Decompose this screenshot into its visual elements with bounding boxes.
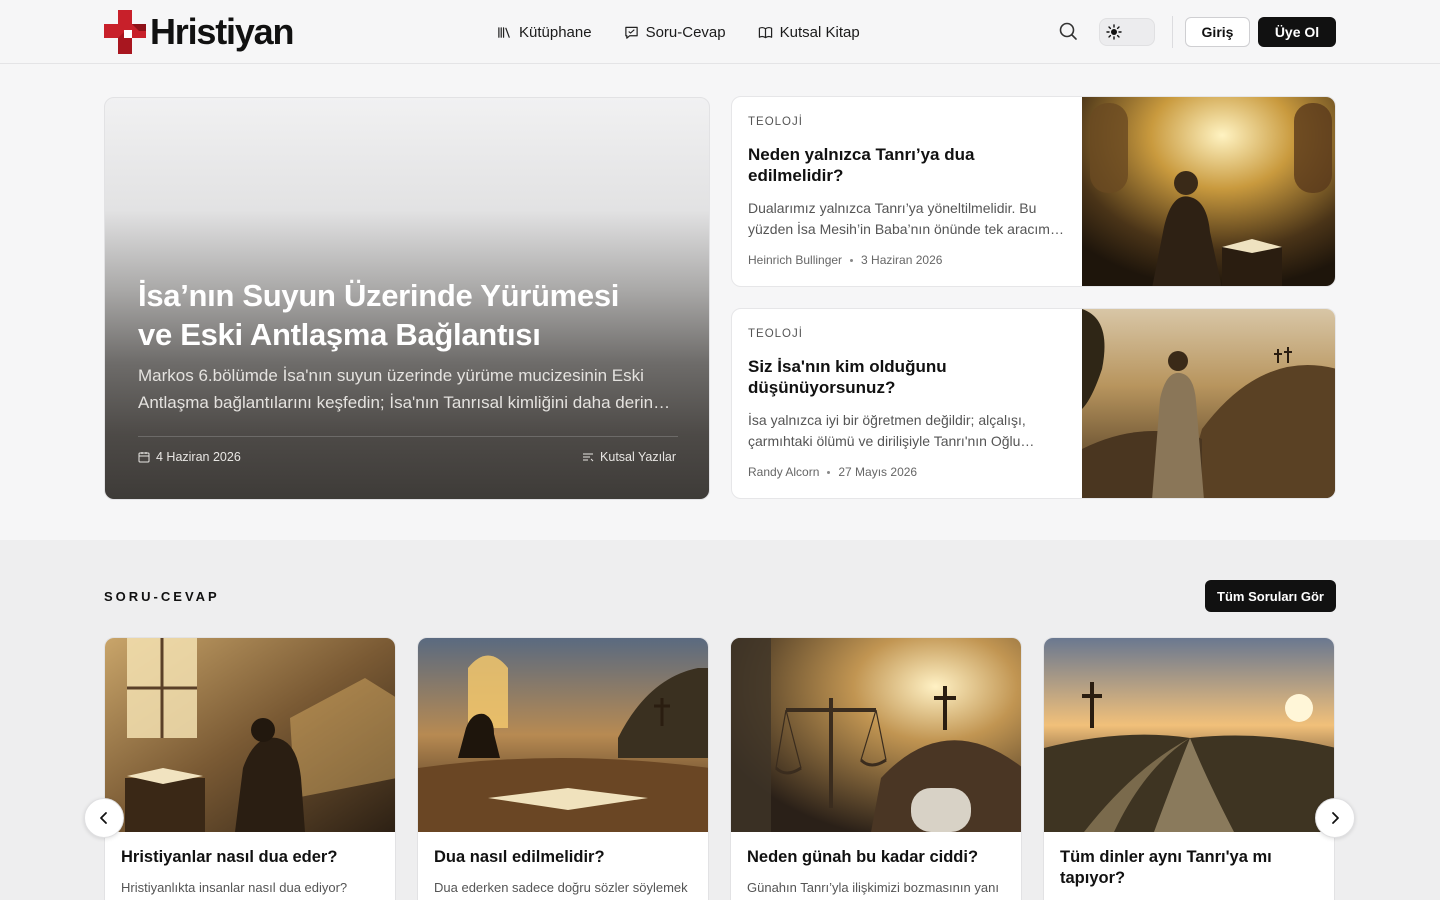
article-meta: Heinrich Bullinger 3 Haziran 2026 bbox=[748, 253, 942, 267]
article-date: 3 Haziran 2026 bbox=[861, 253, 943, 267]
featured-category[interactable]: Kutsal Yazılar bbox=[582, 450, 676, 464]
article-date: 27 Mayıs 2026 bbox=[838, 465, 918, 479]
chevron-right-icon bbox=[1332, 812, 1339, 824]
site-logo[interactable]: Hristiyan bbox=[104, 10, 294, 54]
search-button[interactable] bbox=[1057, 20, 1079, 42]
article-title[interactable]: Neden yalnızca Tanrı’ya dua edilmelidir? bbox=[748, 144, 1008, 186]
theme-toggle[interactable] bbox=[1099, 18, 1155, 46]
sun-icon bbox=[1103, 22, 1125, 42]
article-description: Dualarımız yalnızca Tanrı’ya yöneltilmel… bbox=[748, 200, 1064, 237]
meta-separator bbox=[827, 470, 831, 474]
featured-description: Markos 6.bölümde İsa'nın suyun üzerinde … bbox=[138, 366, 671, 412]
qa-section: SORU-CEVAP Tüm Soruları Gör Hristiyanlar… bbox=[0, 540, 1440, 900]
featured-category-text: Kutsal Yazılar bbox=[600, 450, 676, 464]
chat-icon bbox=[624, 26, 638, 39]
question-title[interactable]: Neden günah bu kadar ciddi? bbox=[747, 847, 997, 868]
article-author[interactable]: Randy Alcorn bbox=[748, 465, 819, 479]
featured-date: 4 Haziran 2026 bbox=[138, 450, 241, 464]
section-title: SORU-CEVAP bbox=[104, 589, 220, 604]
calendar-icon bbox=[138, 452, 150, 463]
book-icon bbox=[758, 26, 772, 38]
question-image-sunset-paths bbox=[1044, 638, 1334, 832]
library-icon bbox=[498, 26, 510, 38]
question-image-scales-cross bbox=[731, 638, 1021, 832]
main-nav: Kütüphane Soru-Cevap Kutsal Kitap bbox=[497, 20, 860, 44]
category-icon bbox=[583, 453, 594, 462]
question-title[interactable]: Dua nasıl edilmelidir? bbox=[434, 847, 684, 868]
question-description: Hristiyanlıkta insanlar nasıl dua ediyor… bbox=[121, 880, 348, 895]
article-title[interactable]: Siz İsa'nın kim olduğunu düşünüyorsunuz? bbox=[748, 356, 1008, 398]
chevron-left-icon bbox=[100, 812, 107, 824]
nav-item-bible[interactable]: Kutsal Kitap bbox=[758, 20, 860, 44]
article-description: İsa yalnızca iyi bir öğretmen değildir; … bbox=[748, 412, 1035, 449]
article-image-jesus-hill bbox=[1082, 309, 1335, 498]
article-card[interactable]: TEOLOJİ Neden yalnızca Tanrı’ya dua edil… bbox=[731, 96, 1336, 287]
search-icon bbox=[1059, 22, 1077, 40]
brand-name: Hristiyan bbox=[150, 11, 294, 52]
question-title[interactable]: Hristiyanlar nasıl dua eder? bbox=[121, 847, 371, 868]
nav-item-qa[interactable]: Soru-Cevap bbox=[624, 20, 726, 44]
featured-title[interactable]: İsa’nın Suyun Üzerinde Yürümesi ve Eski … bbox=[138, 276, 658, 354]
carousel-prev-button[interactable] bbox=[84, 798, 124, 838]
question-description: Günahın Tanrı’yla ilişkimizi bozmasının … bbox=[747, 880, 999, 895]
question-image-praying bbox=[105, 638, 395, 832]
question-card[interactable]: Neden günah bu kadar ciddi? Günahın Tanr… bbox=[730, 637, 1022, 900]
signup-button[interactable]: Üye Ol bbox=[1258, 17, 1336, 47]
login-button[interactable]: Giriş bbox=[1185, 17, 1250, 47]
article-category: TEOLOJİ bbox=[748, 116, 803, 128]
question-card[interactable]: Dua nasıl edilmelidir? Dua ederken sadec… bbox=[417, 637, 709, 900]
nav-item-label: Soru-Cevap bbox=[645, 23, 726, 41]
question-title[interactable]: Tüm dinler aynı Tanrı'ya mı tapıyor? bbox=[1060, 847, 1310, 889]
nav-item-label: Kutsal Kitap bbox=[779, 23, 860, 41]
question-image-prayer-book bbox=[418, 638, 708, 832]
question-description: Dua ederken sadece doğru sözler söylemek bbox=[434, 880, 688, 895]
article-card[interactable]: TEOLOJİ Siz İsa'nın kim olduğunu düşünüy… bbox=[731, 308, 1336, 499]
nav-item-label: Kütüphane bbox=[519, 23, 592, 41]
question-card[interactable]: Tüm dinler aynı Tanrı'ya mı tapıyor? bbox=[1043, 637, 1335, 900]
meta-separator bbox=[850, 258, 854, 262]
question-card[interactable]: Hristiyanlar nasıl dua eder? Hristiyanlı… bbox=[104, 637, 396, 900]
featured-divider bbox=[138, 436, 678, 437]
carousel-next-button[interactable] bbox=[1315, 798, 1355, 838]
site-header: Hristiyan Kütüphane Soru-Cevap Kutsal Ki… bbox=[0, 0, 1440, 64]
featured-article[interactable]: İsa’nın Suyun Üzerinde Yürümesi ve Eski … bbox=[104, 97, 710, 500]
featured-date-text: 4 Haziran 2026 bbox=[156, 450, 241, 464]
article-meta: Randy Alcorn 27 Mayıs 2026 bbox=[748, 465, 917, 479]
article-category: TEOLOJİ bbox=[748, 328, 803, 340]
header-divider bbox=[1172, 16, 1173, 48]
cross-logo-icon bbox=[104, 10, 148, 54]
view-all-questions-button[interactable]: Tüm Soruları Gör bbox=[1205, 580, 1336, 612]
nav-item-library[interactable]: Kütüphane bbox=[497, 20, 592, 44]
article-image-praying-man bbox=[1082, 97, 1335, 286]
article-author[interactable]: Heinrich Bullinger bbox=[748, 253, 842, 267]
